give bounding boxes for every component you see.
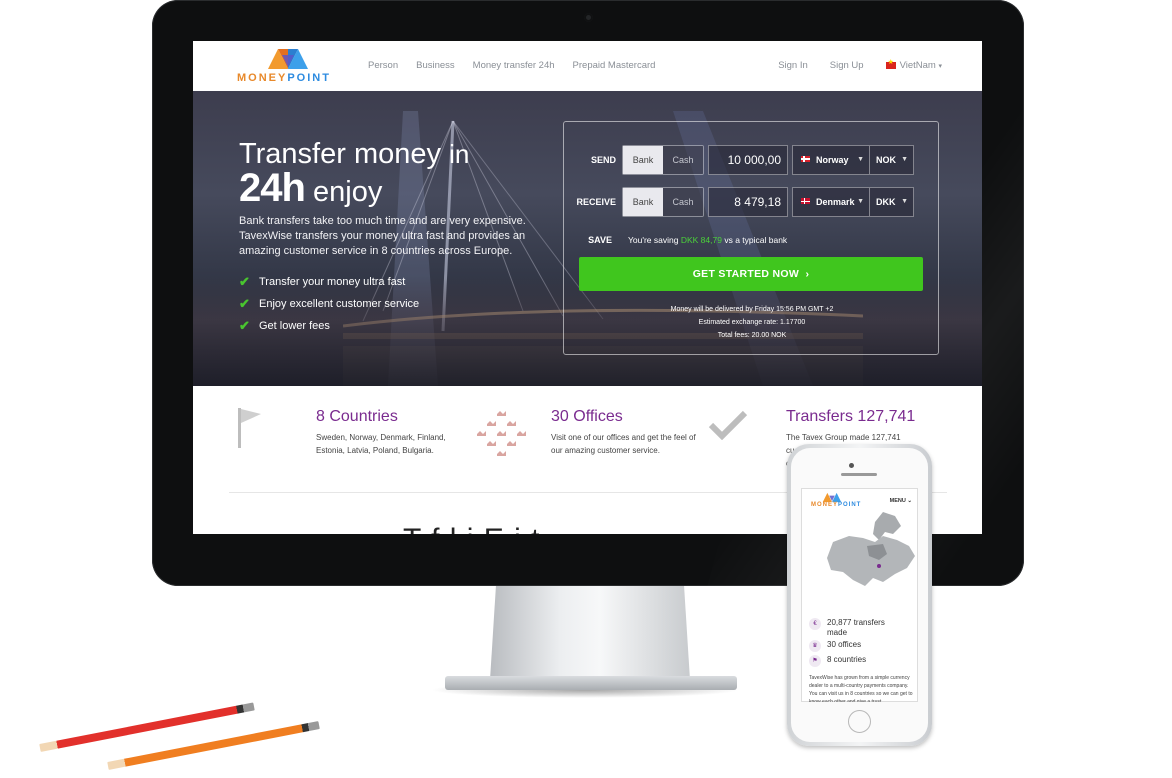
nav-person[interactable]: Person: [368, 60, 398, 71]
receive-country-select[interactable]: Denmark ▼: [792, 187, 870, 217]
sign-in-link[interactable]: Sign In: [778, 60, 808, 71]
receive-row: RECEIVE Bank Cash 8 479,18 Denmark ▼ DKK ▼: [564, 187, 914, 217]
norway-flag-icon: [801, 156, 810, 162]
smartphone: MONEYPOINT MENU ⌄ €20,877 transfers made…: [787, 444, 932, 746]
caret-down-icon: ▼: [901, 156, 908, 163]
checkmark-icon: [708, 410, 748, 440]
phone-speaker: [841, 473, 877, 476]
delivery-info: Money will be delivered by Friday 15:56 …: [670, 306, 834, 313]
top-nav: MONEYPOINT Person Business Money transfe…: [193, 41, 982, 91]
receive-bank-option[interactable]: Bank: [623, 188, 663, 216]
flag-icon: [238, 408, 261, 448]
benefit-item: ✔ Enjoy excellent customer service: [239, 296, 420, 311]
caret-down-icon: ▾: [938, 63, 942, 70]
send-method-toggle: Bank Cash: [622, 145, 704, 175]
receive-amount-input[interactable]: 8 479,18: [708, 187, 788, 217]
mobile-stat-countries: ⚑ 8 countries: [809, 655, 866, 667]
receive-cash-option[interactable]: Cash: [663, 188, 703, 216]
benefit-item: ✔ Get lower fees: [239, 318, 330, 333]
benefit-item: ✔ Transfer your money ultra fast: [239, 274, 406, 289]
send-country-select[interactable]: Norway ▼: [792, 145, 870, 175]
mobile-menu-button[interactable]: MENU ⌄: [890, 498, 912, 504]
denmark-flag-icon: [801, 198, 810, 204]
hero-title-24h: 24h: [239, 166, 306, 210]
flag-icon: ⚑: [809, 655, 821, 667]
receive-currency-select[interactable]: DKK ▼: [870, 187, 914, 217]
send-bank-option[interactable]: Bank: [623, 146, 663, 174]
caret-down-icon: ▼: [901, 198, 908, 205]
countries-text: Sweden, Norway, Denmark, Finland, Estoni…: [316, 433, 446, 455]
save-label: SAVE: [588, 235, 612, 245]
savings-text: You're saving DKK 84,79 vs a typical ban…: [628, 235, 788, 245]
caret-down-icon: ▼: [857, 156, 864, 163]
hero-title-enjoy: enjoy: [313, 176, 383, 208]
savings-row: SAVE You're saving DKK 84,79 vs a typica…: [564, 233, 787, 247]
imac-foot: [445, 676, 737, 690]
hero-section: Transfer money in 24h enjoy Bank transfe…: [193, 91, 982, 386]
countries-title: 8 Countries: [316, 408, 398, 425]
offices-text: Visit one of our offices and get the fee…: [551, 433, 696, 455]
nav-business[interactable]: Business: [416, 60, 455, 71]
check-icon: ✔: [239, 296, 250, 311]
hero-title-in: in: [449, 139, 470, 169]
send-cash-option[interactable]: Cash: [663, 146, 703, 174]
send-label: SEND: [590, 155, 616, 165]
send-amount-input[interactable]: 10 000,00: [708, 145, 788, 175]
check-icon: ✔: [239, 318, 250, 333]
benefit-list: ✔ Transfer your money ultra fast ✔ Enjoy e…: [239, 274, 420, 341]
total-fees-info: Total fees: 20.00 NOK: [717, 332, 787, 339]
camera-icon: [584, 13, 593, 22]
hero-title: Transfer money in 24h enjoy: [239, 137, 469, 209]
mobile-stat-transfers: €20,877 transfers made: [809, 618, 897, 638]
euro-icon: €: [809, 618, 821, 630]
vietnam-flag-icon: [885, 58, 896, 69]
phone-camera-icon: [849, 463, 854, 468]
mobile-about-text: TavexWise has grown from a simple curren…: [809, 675, 913, 702]
chevron-right-icon: ›: [802, 268, 810, 280]
sign-up-link[interactable]: Sign Up: [830, 60, 864, 71]
get-started-button[interactable]: GET STARTED NOW ›: [579, 257, 923, 291]
transfer-calculator: SEND Bank Cash 10 000,00 Norway ▼ NOK ▼ RE…: [563, 121, 939, 355]
send-row: SEND Bank Cash 10 000,00 Norway ▼ NOK ▼: [564, 145, 914, 175]
check-icon: ✔: [239, 274, 250, 289]
receive-method-toggle: Bank Cash: [622, 187, 704, 217]
transfers-title: Transfers 127,741: [786, 408, 916, 425]
main-nav: Person Business Money transfer 24h Prepa…: [368, 60, 655, 71]
offices-title: 30 Offices: [551, 408, 623, 425]
receive-label: RECEIVE: [576, 197, 616, 207]
hero-subtitle: Bank transfers take too much time and ar…: [239, 215, 526, 257]
imac-stand: [490, 585, 690, 680]
mobile-logo-wordmark[interactable]: MONEYPOINT: [811, 502, 861, 508]
mobile-stat-offices: ♛ 30 offices: [809, 640, 861, 652]
language-selector[interactable]: VietNam ▾: [885, 58, 942, 71]
mobile-website: MONEYPOINT MENU ⌄ €20,877 transfers made…: [801, 488, 918, 702]
chevron-down-icon: ⌄: [907, 498, 912, 504]
europe-map-image: [827, 512, 915, 586]
home-button[interactable]: [848, 710, 871, 733]
crown-icon: ♛: [809, 640, 821, 652]
account-nav: Sign In Sign Up VietNam ▾: [778, 58, 942, 71]
phone-body: MONEYPOINT MENU ⌄ €20,877 transfers made…: [791, 448, 928, 742]
send-currency-select[interactable]: NOK ▼: [870, 145, 914, 175]
logo-wordmark[interactable]: MONEYPOINT: [237, 72, 331, 84]
section-heading-partial: T f l i E i t: [403, 523, 540, 534]
nav-money-transfer[interactable]: Money transfer 24h: [473, 60, 555, 71]
caret-down-icon: ▼: [857, 198, 864, 205]
moneypoint-logo-icon[interactable]: [266, 45, 310, 71]
nav-prepaid-mastercard[interactable]: Prepaid Mastercard: [573, 60, 656, 71]
savings-amount: DKK 84,79: [680, 235, 722, 245]
exchange-rate-info: Estimated exchange rate: 1.17700: [698, 319, 806, 326]
crowns-icon: [477, 411, 526, 456]
